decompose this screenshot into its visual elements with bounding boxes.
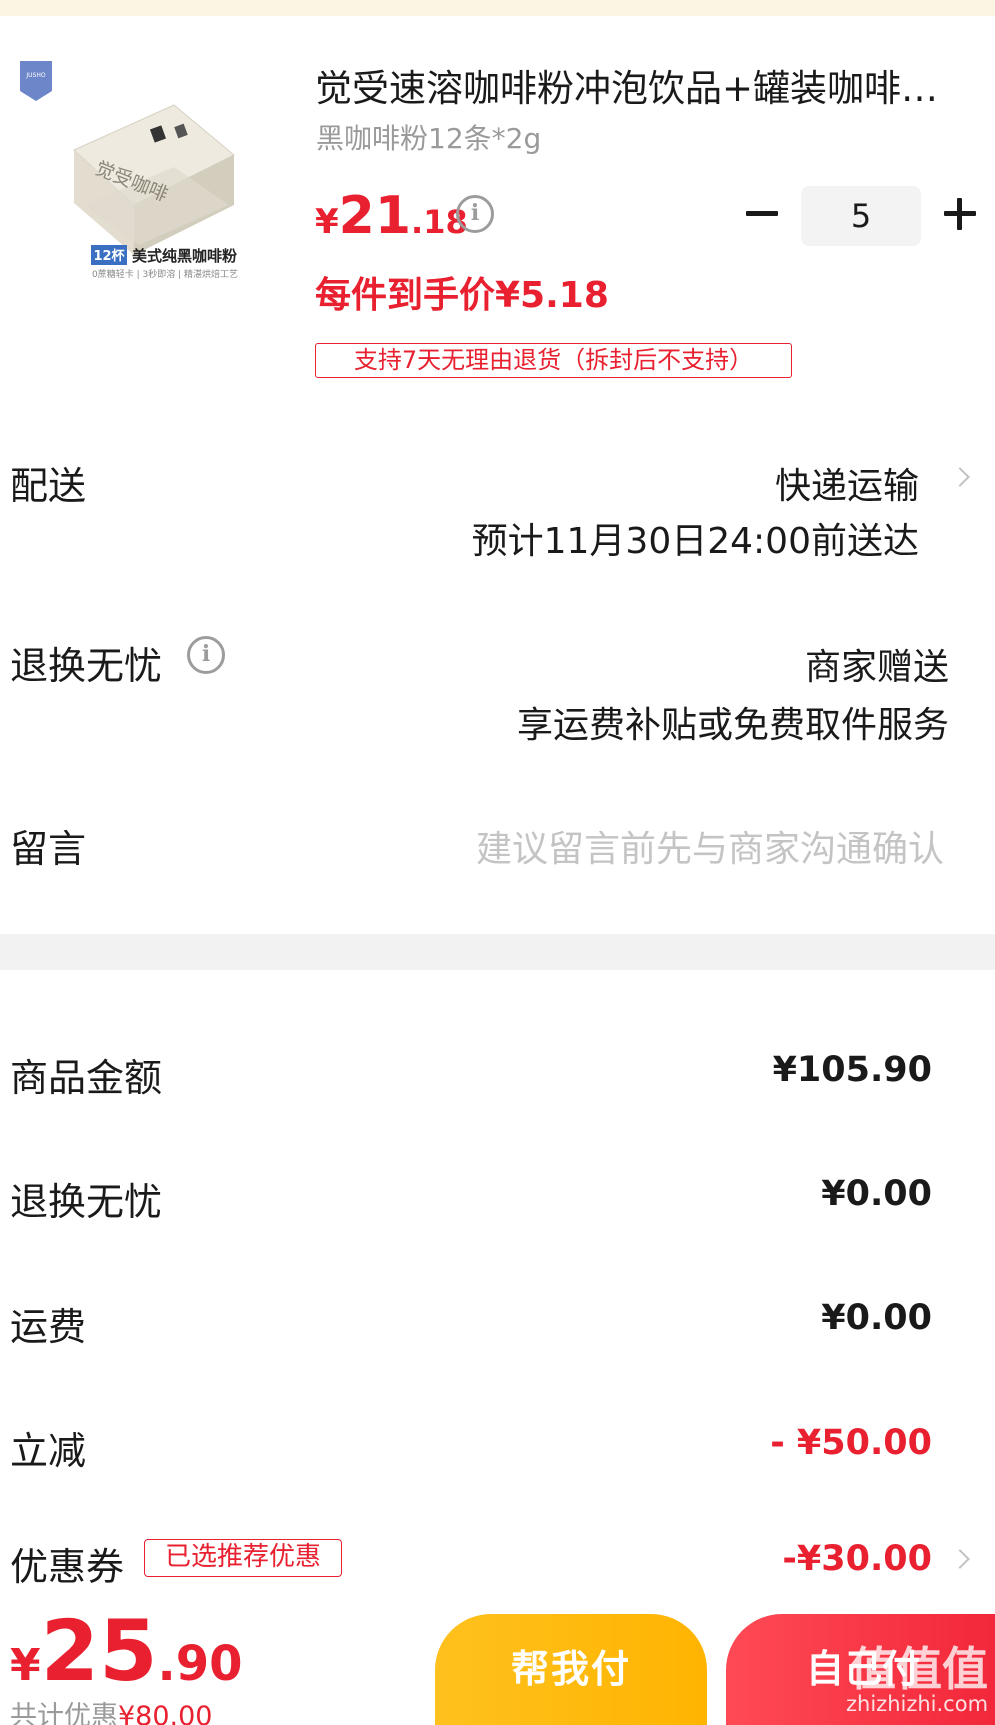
return-worry-info-icon[interactable]: i: [187, 636, 225, 674]
return-worry-value: 商家赠送: [804, 647, 949, 688]
product-title[interactable]: 觉受速溶咖啡粉冲泡饮品+罐装咖啡…: [315, 66, 975, 112]
quantity-decrease-button[interactable]: [742, 194, 782, 234]
brand-badge-text: JUSHO: [25, 72, 45, 79]
discount-label: 立减: [10, 1429, 87, 1473]
top-strip: [0, 0, 995, 16]
total-currency: ¥: [10, 1640, 41, 1691]
product-image[interactable]: JUSHO 觉受咖啡 12杯 美式纯黑咖啡粉 0蔗糖轻卡 | 3秒即溶 | 精湛…: [14, 55, 289, 320]
return-worry-desc: 享运费补贴或免费取件服务: [516, 705, 949, 746]
message-input[interactable]: 建议留言前先与商家沟通确认: [476, 820, 944, 872]
return-fee-label: 退换无忧: [10, 1180, 163, 1224]
message-label: 留言: [10, 827, 87, 871]
return-fee-value: ¥0.00: [821, 1174, 932, 1214]
coupon-label[interactable]: 优惠券: [10, 1536, 124, 1591]
saving-value: ¥80.00: [118, 1701, 213, 1725]
section-divider: [0, 934, 995, 970]
shipping-label: 运费: [10, 1305, 87, 1349]
goods-amount-value: ¥105.90: [772, 1050, 932, 1090]
coupon-value[interactable]: -¥30.00: [782, 1539, 932, 1579]
product-spec[interactable]: 黑咖啡粉12条*2g: [316, 117, 541, 157]
quantity-increase-button[interactable]: [940, 194, 980, 234]
delivery-chevron-icon[interactable]: [950, 467, 970, 487]
watermark-logo: 值值值: [850, 1642, 988, 1696]
brand-badge-icon: JUSHO: [20, 61, 52, 101]
coupon-selected-tag: 已选推荐优惠: [144, 1539, 342, 1577]
delivery-method[interactable]: 快递运输: [775, 457, 919, 509]
saving-label: 共计优惠: [10, 1701, 118, 1725]
return-worry-label: 退换无忧: [10, 644, 163, 688]
delivery-label: 配送: [10, 464, 87, 508]
delivery-eta: 预计11月30日24:00前送达: [471, 521, 919, 562]
banner-sub: 0蔗糖轻卡 | 3秒即溶 | 精湛烘焙工艺: [92, 268, 238, 280]
total-integer: 25: [40, 1602, 158, 1700]
discount-value: - ¥50.00: [770, 1423, 932, 1463]
banner-count: 12杯: [93, 248, 125, 264]
help-pay-button[interactable]: 帮我付: [435, 1614, 707, 1725]
product-price: ¥21.18: [315, 186, 468, 246]
total-price: ¥25.90: [10, 1602, 243, 1700]
total-decimal: .90: [157, 1636, 243, 1692]
watermark-url: zhizhizhi.com: [846, 1692, 989, 1716]
shipping-value: ¥0.00: [821, 1298, 932, 1338]
return-policy-tag: 支持7天无理由退货（拆封后不支持）: [315, 343, 792, 378]
quantity-input[interactable]: 5: [801, 186, 921, 246]
unit-price: 每件到手价¥5.18: [315, 275, 609, 316]
price-currency: ¥: [315, 202, 339, 242]
coupon-chevron-icon[interactable]: [950, 1549, 970, 1569]
goods-amount-label: 商品金额: [10, 1056, 163, 1100]
price-info-icon[interactable]: i: [456, 195, 494, 233]
total-saving: 共计优惠¥80.00: [10, 1694, 212, 1725]
banner-title: 美式纯黑咖啡粉: [132, 247, 237, 265]
price-integer: 21: [338, 186, 412, 246]
